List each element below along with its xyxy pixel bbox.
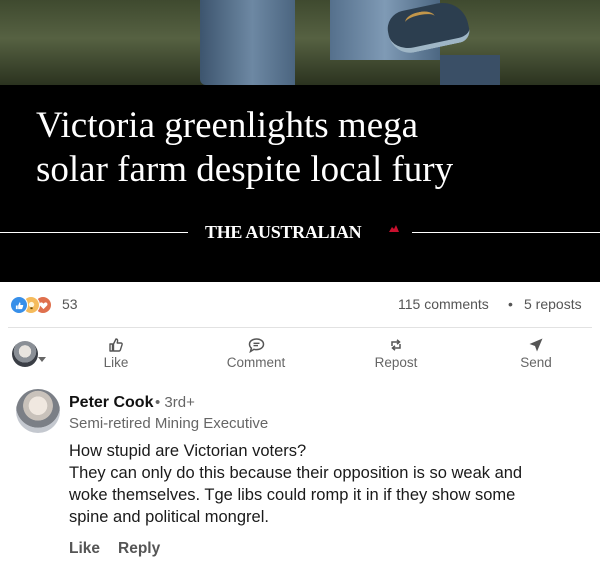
comment-text-line-3: woke themselves. Tge libs could romp it … xyxy=(69,486,516,504)
send-button-label: Send xyxy=(520,355,552,370)
headline-line-2: solar farm despite local fury xyxy=(36,149,454,190)
chevron-down-icon[interactable] xyxy=(38,357,46,362)
reposts-count[interactable]: 5 reposts xyxy=(524,296,582,312)
comment-button-label: Comment xyxy=(226,355,286,370)
comments-count[interactable]: 115 comments xyxy=(398,296,489,312)
masthead-rule-right xyxy=(412,232,600,233)
send-button[interactable]: Send xyxy=(491,333,581,379)
photo-jeans-left xyxy=(200,0,295,85)
comment-icon xyxy=(248,338,264,353)
article-preview-image[interactable]: Victoria greenlights mega solar farm des… xyxy=(0,0,600,282)
comment-button[interactable]: Comment xyxy=(211,333,301,379)
connection-degree: • 3rd+ xyxy=(155,394,195,411)
thumbs-up-icon xyxy=(109,338,123,352)
masthead-rule-left xyxy=(0,232,188,233)
article-photo xyxy=(0,0,600,85)
stats-divider xyxy=(8,327,592,328)
comment-like-button[interactable]: Like xyxy=(69,540,100,558)
comment-text-line-1: How stupid are Victorian voters? xyxy=(69,442,307,460)
masthead-row: THE AUSTRALIAN xyxy=(0,222,600,242)
repost-icon xyxy=(391,339,401,351)
masthead-logo-icon xyxy=(389,225,399,232)
reacting-as-avatar[interactable] xyxy=(12,341,38,367)
headline-line-1: Victoria greenlights mega xyxy=(36,105,419,146)
like-button[interactable]: Like xyxy=(71,333,161,379)
action-bar: Like Comment Repost Send xyxy=(0,333,600,379)
reaction-count[interactable]: 53 xyxy=(62,296,78,312)
comment-text: How stupid are Victorian voters? They ca… xyxy=(69,440,589,528)
comment-text-line-4: spine and political mongrel. xyxy=(69,508,269,526)
comment-text-line-2: They can only do this because their oppo… xyxy=(69,464,523,482)
stats-separator: • xyxy=(508,296,513,312)
like-button-label: Like xyxy=(103,355,129,370)
like-reaction-icon xyxy=(10,296,28,314)
commenter-avatar[interactable] xyxy=(16,389,60,433)
publication-masthead: THE AUSTRALIAN xyxy=(205,222,362,242)
post-stats: 53 115 comments • 5 reposts xyxy=(0,290,600,320)
repost-button-label: Repost xyxy=(374,355,418,370)
article-headline: Victoria greenlights mega solar farm des… xyxy=(36,104,576,192)
repost-button[interactable]: Repost xyxy=(351,333,441,379)
photo-jeans-lower xyxy=(440,55,500,85)
commenter-headline: Semi-retired Mining Executive xyxy=(69,415,269,432)
commenter-name[interactable]: Peter Cook xyxy=(69,394,153,412)
send-icon xyxy=(529,338,543,352)
reaction-icons[interactable] xyxy=(10,294,60,314)
comment-reply-button[interactable]: Reply xyxy=(118,540,160,558)
